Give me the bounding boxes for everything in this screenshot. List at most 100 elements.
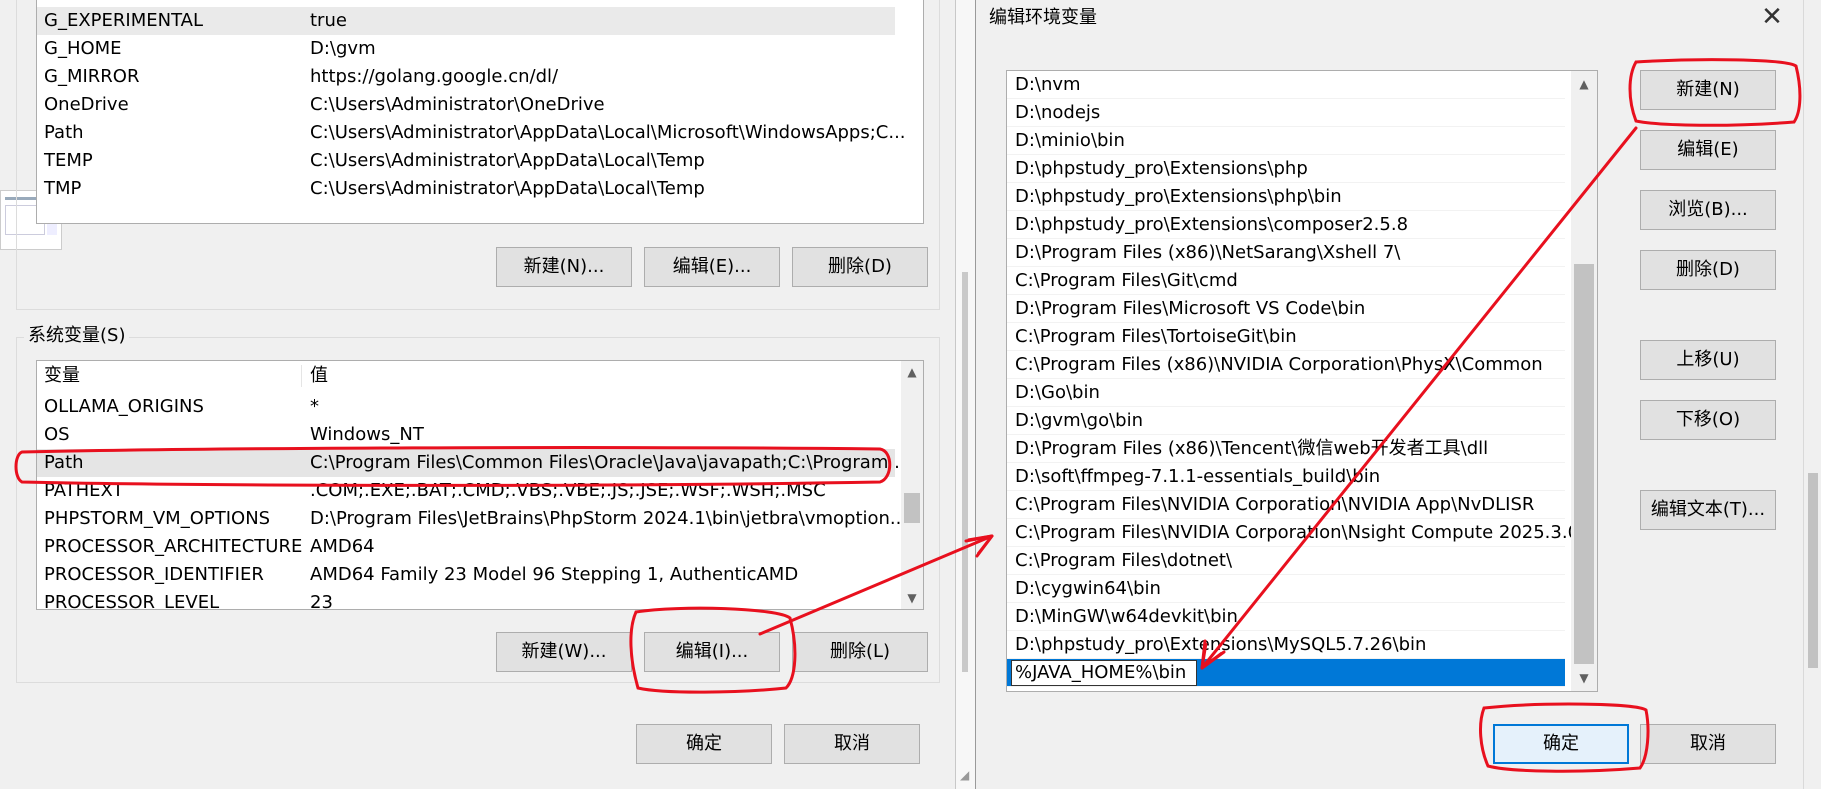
- variable-value: C:\Users\Administrator\AppData\Local\Tem…: [310, 150, 705, 171]
- path-entry[interactable]: C:\Program Files\Git\cmd: [1007, 267, 1565, 295]
- cancel-button[interactable]: 取消: [784, 724, 920, 764]
- dialog-ok-button[interactable]: 确定: [1493, 724, 1629, 764]
- user-variables-list[interactable]: G_EXPERIMENTAL true G_HOME D:\gvm G_MIRR…: [36, 0, 924, 224]
- path-entry[interactable]: C:\Program Files (x86)\NVIDIA Corporatio…: [1007, 351, 1565, 379]
- path-entry[interactable]: D:\nvm: [1007, 71, 1565, 99]
- variable-value: 23: [310, 592, 333, 610]
- variable-value: AMD64: [310, 536, 375, 557]
- scroll-up-arrow-icon[interactable]: ▲: [901, 361, 923, 383]
- variable-name: Path: [44, 452, 84, 473]
- variable-name: TEMP: [44, 150, 93, 171]
- path-list-scrollbar[interactable]: ▲ ▼: [1571, 71, 1597, 691]
- system-new-button[interactable]: 新建(W)...: [496, 632, 632, 672]
- list-item[interactable]: PATHEXT .COM;.EXE;.BAT;.CMD;.VBS;.VBE;.J…: [37, 477, 895, 505]
- header-value[interactable]: 值: [310, 361, 328, 391]
- path-entry[interactable]: D:\nodejs: [1007, 99, 1565, 127]
- list-item[interactable]: PROCESSOR_IDENTIFIER AMD64 Family 23 Mod…: [37, 561, 895, 589]
- header-separator[interactable]: [301, 365, 302, 387]
- path-entry[interactable]: D:\Go\bin: [1007, 379, 1565, 407]
- list-item[interactable]: OS Windows_NT: [37, 421, 895, 449]
- variable-value: D:\gvm: [310, 38, 376, 59]
- variable-value: C:\Users\Administrator\OneDrive: [310, 94, 605, 115]
- path-entry[interactable]: D:\Program Files (x86)\NetSarang\Xshell …: [1007, 239, 1565, 267]
- path-entry[interactable]: D:\minio\bin: [1007, 127, 1565, 155]
- ok-button[interactable]: 确定: [636, 724, 772, 764]
- path-entry[interactable]: D:\MinGW\w64devkit\bin: [1007, 603, 1565, 631]
- list-item[interactable]: PROCESSOR_LEVEL 23: [37, 589, 895, 610]
- path-entry[interactable]: D:\phpstudy_pro\Extensions\php: [1007, 155, 1565, 183]
- path-entry[interactable]: D:\gvm\go\bin: [1007, 407, 1565, 435]
- variable-value: true: [310, 10, 347, 31]
- variable-name: TMP: [44, 178, 82, 199]
- list-item[interactable]: G_MIRROR https://golang.google.cn/dl/: [37, 63, 895, 91]
- new-path-button[interactable]: 新建(N): [1640, 70, 1776, 110]
- list-item[interactable]: PROCESSOR_ARCHITECTURE AMD64: [37, 533, 895, 561]
- variable-name: Path: [44, 122, 84, 143]
- variable-name: OS: [44, 424, 70, 445]
- list-item[interactable]: Path C:\Users\Administrator\AppData\Loca…: [37, 119, 906, 147]
- user-new-button[interactable]: 新建(N)...: [496, 247, 632, 287]
- list-item[interactable]: G_EXPERIMENTAL true: [37, 7, 895, 35]
- environment-variables-window: G_EXPERIMENTAL true G_HOME D:\gvm G_MIRR…: [0, 0, 975, 789]
- path-entry[interactable]: D:\Program Files (x86)\Tencent\微信web开发者工…: [1007, 435, 1565, 463]
- variable-value: AMD64 Family 23 Model 96 Stepping 1, Aut…: [310, 564, 799, 585]
- window-divider: ◢: [955, 0, 975, 789]
- variable-value: C:\Users\Administrator\AppData\Local\Tem…: [310, 178, 705, 199]
- scroll-thumb[interactable]: [1574, 264, 1594, 664]
- header-variable[interactable]: 变量: [44, 361, 80, 391]
- path-entry[interactable]: D:\soft\ffmpeg-7.1.1-essentials_build\bi…: [1007, 463, 1565, 491]
- path-entry[interactable]: C:\Program Files\dotnet\: [1007, 547, 1565, 575]
- dialog-cancel-button[interactable]: 取消: [1640, 724, 1776, 764]
- header-fragment: [37, 0, 923, 1]
- variable-name: G_EXPERIMENTAL: [44, 10, 204, 31]
- path-entry[interactable]: D:\cygwin64\bin: [1007, 575, 1565, 603]
- variable-value: C:\Users\Administrator\AppData\Local\Mic…: [310, 122, 906, 143]
- scroll-down-arrow-icon[interactable]: ▼: [901, 587, 923, 609]
- list-item[interactable]: G_HOME D:\gvm: [37, 35, 895, 63]
- list-item[interactable]: Path C:\Program Files\Common Files\Oracl…: [37, 449, 911, 477]
- list-header: 变量 值: [37, 361, 923, 391]
- path-edit-field[interactable]: %JAVA_HOME%\bin: [1011, 660, 1198, 686]
- list-item[interactable]: OLLAMA_ORIGINS *: [37, 393, 895, 421]
- path-entry-editing[interactable]: %JAVA_HOME%\bin: [1007, 659, 1565, 687]
- variable-name: PATHEXT: [44, 480, 124, 501]
- scroll-down-arrow-icon[interactable]: ▼: [1571, 665, 1597, 691]
- close-icon[interactable]: ✕: [1757, 2, 1787, 32]
- resize-grip-icon[interactable]: ◢: [960, 768, 974, 782]
- path-entry[interactable]: D:\phpstudy_pro\Extensions\composer2.5.8: [1007, 211, 1565, 239]
- path-entry[interactable]: D:\phpstudy_pro\Extensions\php\bin: [1007, 183, 1565, 211]
- edit-environment-variable-dialog: 编辑环境变量 ✕ D:\nvm D:\nodejs D:\minio\bin D…: [975, 0, 1821, 789]
- variable-name: OneDrive: [44, 94, 129, 115]
- path-entry[interactable]: D:\phpstudy_pro\Extensions\MySQL5.7.26\b…: [1007, 631, 1565, 659]
- variable-name: PROCESSOR_ARCHITECTURE: [44, 536, 303, 557]
- dialog-title: 编辑环境变量: [989, 7, 1097, 28]
- variable-value: https://golang.google.cn/dl/: [310, 66, 559, 87]
- system-delete-button[interactable]: 删除(L): [792, 632, 928, 672]
- move-down-button[interactable]: 下移(O): [1640, 400, 1776, 440]
- scroll-up-arrow-icon[interactable]: ▲: [1571, 71, 1597, 97]
- system-variables-list[interactable]: 变量 值 OLLAMA_ORIGINS * OS Windows_NT Path…: [36, 360, 924, 610]
- path-entry[interactable]: C:\Program Files\NVIDIA Corporation\NVID…: [1007, 491, 1565, 519]
- scroll-thumb[interactable]: [904, 493, 920, 523]
- path-entry[interactable]: D:\Program Files\Microsoft VS Code\bin: [1007, 295, 1565, 323]
- list-item[interactable]: TEMP C:\Users\Administrator\AppData\Loca…: [37, 147, 895, 175]
- edit-text-button[interactable]: 编辑文本(T)...: [1640, 490, 1776, 530]
- edit-path-button[interactable]: 编辑(E): [1640, 130, 1776, 170]
- system-list-scrollbar[interactable]: ▲ ▼: [901, 361, 923, 609]
- path-entry[interactable]: C:\Program Files\NVIDIA Corporation\Nsig…: [1007, 519, 1585, 547]
- move-up-button[interactable]: 上移(U): [1640, 340, 1776, 380]
- background-scrollbar[interactable]: [1803, 0, 1821, 789]
- scroll-thumb[interactable]: [1808, 473, 1818, 668]
- system-edit-button[interactable]: 编辑(I)...: [644, 632, 780, 672]
- variable-value: *: [310, 396, 319, 417]
- delete-path-button[interactable]: 删除(D): [1640, 250, 1776, 290]
- list-item[interactable]: TMP C:\Users\Administrator\AppData\Local…: [37, 175, 895, 203]
- path-entry[interactable]: C:\Program Files\TortoiseGit\bin: [1007, 323, 1565, 351]
- list-item[interactable]: PHPSTORM_VM_OPTIONS D:\Program Files\Jet…: [37, 505, 907, 533]
- variable-name: OLLAMA_ORIGINS: [44, 396, 204, 417]
- browse-button[interactable]: 浏览(B)...: [1640, 190, 1776, 230]
- path-list[interactable]: D:\nvm D:\nodejs D:\minio\bin D:\phpstud…: [1006, 70, 1598, 692]
- list-item[interactable]: OneDrive C:\Users\Administrator\OneDrive: [37, 91, 895, 119]
- user-delete-button[interactable]: 删除(D): [792, 247, 928, 287]
- user-edit-button[interactable]: 编辑(E)...: [644, 247, 780, 287]
